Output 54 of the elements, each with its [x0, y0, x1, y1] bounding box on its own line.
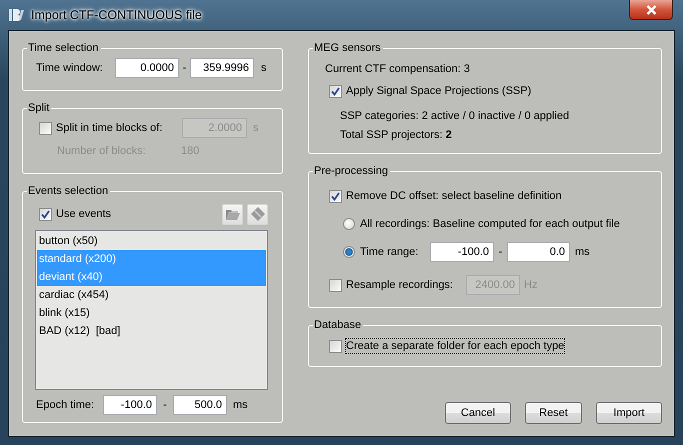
list-item[interactable]: button (x50): [37, 232, 266, 250]
app-logo-icon: [9, 8, 25, 22]
folder-button[interactable]: [222, 204, 243, 224]
compensation-text: Current CTF compensation: 3: [325, 63, 470, 75]
unit-label: ms: [233, 399, 248, 411]
diamond-icon: [250, 207, 264, 221]
ssp-total-text: Total SSP projectors: 2: [340, 129, 452, 141]
folder-icon: [226, 208, 240, 220]
number-field[interactable]: 359.9996: [190, 58, 254, 78]
dialog-button[interactable]: Reset: [525, 402, 582, 424]
range-separator: -: [182, 62, 188, 74]
checkbox[interactable]: [329, 190, 342, 202]
ssp-categories-text: SSP categories: 2 active / 0 inactive / 0 applied: [340, 110, 570, 122]
checkbox-label: Resample recordings:: [346, 278, 453, 292]
close-icon: [646, 4, 656, 14]
group-title: Pre-processing: [313, 165, 389, 178]
unit-label: s: [261, 62, 266, 74]
checkbox[interactable]: [39, 122, 52, 134]
checkbox-label: Split in time blocks of:: [56, 121, 162, 135]
group-title: Time selection: [27, 42, 100, 55]
group-title: Events selection: [27, 185, 110, 198]
dialog-button[interactable]: Import: [596, 402, 662, 424]
checkbox[interactable]: [39, 208, 52, 220]
list-item[interactable]: cardiac (x454): [37, 286, 266, 304]
radio-label: All recordings: Baseline computed for each output file: [360, 218, 620, 230]
checkbox[interactable]: [329, 84, 342, 98]
number-field[interactable]: 0.0: [507, 242, 570, 262]
group-title: Split: [27, 102, 50, 115]
list-item[interactable]: BAD (x12) [bad]: [37, 322, 266, 340]
field-label: Time window:: [36, 62, 104, 74]
list-item[interactable]: blink (x15): [37, 304, 266, 322]
checkbox-label: Create a separate folder for each epoch type: [346, 339, 564, 353]
group-title: Database: [313, 319, 362, 332]
checkbox[interactable]: [329, 278, 342, 292]
checkbox[interactable]: [329, 340, 342, 352]
window-title: Import CTF-CONTINUOUS file: [31, 8, 202, 22]
range-separator: -: [498, 246, 504, 258]
field-label: Epoch time:: [36, 399, 96, 411]
number-field[interactable]: -100.0: [430, 242, 494, 262]
close-button[interactable]: [629, 0, 673, 20]
checkbox-label: Use events: [56, 207, 112, 221]
number-field[interactable]: 0.0000: [115, 58, 179, 78]
radio-label: Time range:: [360, 246, 418, 258]
diamond-button[interactable]: [247, 204, 268, 224]
dialog-button[interactable]: Cancel: [445, 402, 511, 424]
checkbox-label: Apply Signal Space Projections (SSP): [346, 84, 532, 98]
number-field[interactable]: 500.0: [173, 395, 227, 415]
range-separator: -: [162, 399, 168, 411]
radio-button[interactable]: [343, 246, 355, 258]
checkbox-label: Remove DC offset: select baseline definition: [346, 189, 562, 203]
number-field[interactable]: -100.0: [103, 395, 157, 415]
unit-label: ms: [575, 246, 590, 258]
group-title: MEG sensors: [313, 42, 382, 55]
radio-button[interactable]: [343, 218, 355, 230]
